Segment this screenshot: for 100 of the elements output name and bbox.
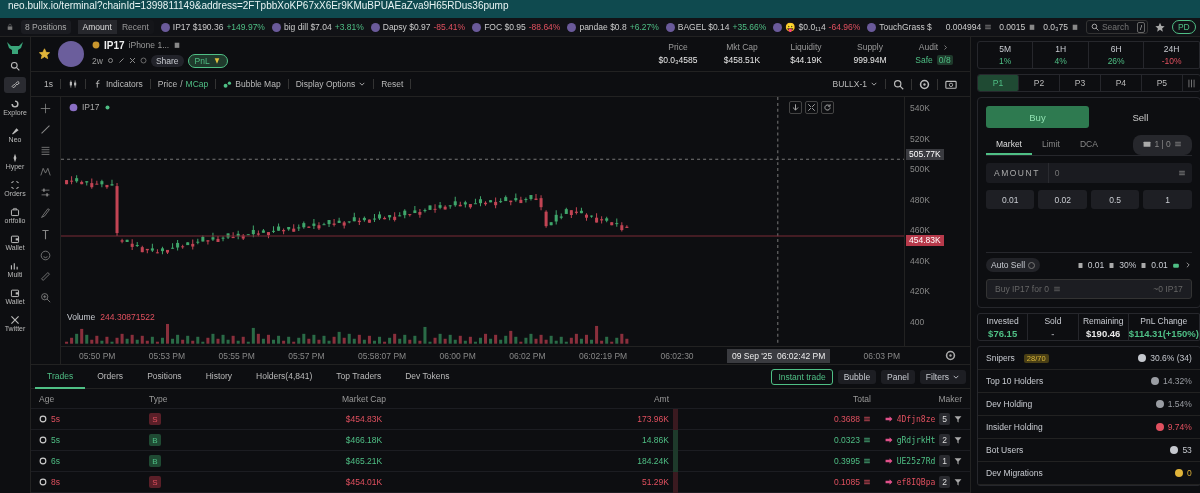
maker-address[interactable]: gRdjrkHt xyxy=(896,436,936,445)
ticker-change: -85.41% xyxy=(433,22,466,32)
bubble-button[interactable]: Bubble xyxy=(837,369,877,384)
column-header[interactable]: Market Cap xyxy=(259,393,469,404)
panel-tab[interactable]: History xyxy=(193,364,245,389)
market-cap-cell-text: $465.21K xyxy=(344,456,384,467)
display-options-button[interactable]: Display Options xyxy=(295,79,356,90)
column-header[interactable]: Maker xyxy=(871,393,962,404)
amount-field[interactable]: AMOUNT 0 xyxy=(986,163,1192,183)
order-type-tab[interactable]: Limit xyxy=(1032,135,1070,155)
ticker-name[interactable]: FOC $0.95 xyxy=(484,22,526,32)
timeframe-label[interactable]: 6H xyxy=(1110,44,1122,54)
price-axis-label: 420K xyxy=(910,286,930,297)
ticker-name[interactable]: pandae $0.8 xyxy=(579,22,627,32)
ticker-name[interactable]: Dapsy $0.97 xyxy=(382,22,431,32)
trade-type-badge: S xyxy=(149,413,161,426)
positions-badge[interactable]: 8 Positions xyxy=(21,20,71,34)
panel-tab[interactable]: Dev Tokens xyxy=(393,364,462,389)
side-tab[interactable]: Buy xyxy=(986,106,1089,128)
indicators-button[interactable]: Indicators xyxy=(106,79,143,90)
preset-tab[interactable]: P2 xyxy=(1018,75,1060,91)
quick-amount-button[interactable]: 0.02 xyxy=(1038,190,1087,209)
share-button[interactable]: Share xyxy=(150,54,184,67)
timeframe-change: 26% xyxy=(1107,56,1125,66)
time-axis-label: 06:02 PM xyxy=(509,350,546,361)
time-axis-label: 05:57 PM xyxy=(288,350,325,361)
ticker-name[interactable]: BAGEL $0.14 xyxy=(677,22,730,32)
time-axis-label: 06:03 PM xyxy=(863,350,900,361)
timeframe-label[interactable]: 24H xyxy=(1163,44,1180,54)
search-input[interactable]: Search xyxy=(1101,22,1134,32)
preset-tab[interactable]: P1 xyxy=(978,75,1019,91)
time-axis-label: 05:58:07 PM xyxy=(357,350,407,361)
ticker-change: +3.81% xyxy=(334,22,364,32)
reset-button[interactable]: Reset xyxy=(374,79,412,90)
order-type-tab[interactable]: DCA xyxy=(1069,135,1108,155)
stat-label: Supply xyxy=(857,42,883,53)
wallet-selector[interactable]: 1 | 0 xyxy=(1133,135,1192,155)
amount-input[interactable]: 0 xyxy=(1048,168,1172,178)
value-mode-toggle[interactable]: MCap xyxy=(185,79,209,90)
panel-button[interactable]: Panel xyxy=(881,369,915,384)
amount-cell-text: 14.86K xyxy=(641,435,669,446)
filters-button[interactable]: Filters xyxy=(919,369,966,384)
ticker-name[interactable]: IP17 $190.36 xyxy=(172,22,224,32)
position-label: Sold xyxy=(1044,315,1062,326)
order-type-tab[interactable]: Market xyxy=(986,135,1032,155)
price-axis-label: 480K xyxy=(910,195,930,205)
maker-address[interactable]: ef8IQBpa xyxy=(896,478,936,487)
interval-button[interactable]: 1s xyxy=(37,79,61,90)
trade-type-badge: B xyxy=(149,455,161,468)
column-header[interactable]: Amt xyxy=(469,393,669,404)
panel-tab[interactable]: Orders xyxy=(85,364,136,389)
panel-tab[interactable]: Positions xyxy=(135,364,194,389)
amount-cell-text: 173.96K xyxy=(636,414,669,425)
time-axis-label: 06:02:30 xyxy=(660,350,694,361)
source-dropdown[interactable]: BULLX-1 xyxy=(832,79,867,90)
price-axis-label: 460K xyxy=(910,225,930,236)
setting-value[interactable]: 30% xyxy=(1119,260,1137,270)
holder-stat-label: Bot Users xyxy=(986,445,1024,455)
column-header[interactable]: Age xyxy=(39,393,149,404)
column-header[interactable]: Type xyxy=(149,393,259,404)
ticker-name[interactable]: 😛 $0.0₁₁4 xyxy=(785,22,826,32)
quick-amount-button[interactable]: 0.01 xyxy=(986,190,1035,209)
holder-stat-label: Snipers xyxy=(986,353,1015,363)
preset-tab[interactable]: P4 xyxy=(1100,75,1142,91)
stat-value: $458.51K xyxy=(723,55,761,66)
age-cell: 6s xyxy=(51,456,60,467)
sort-tab[interactable]: Amount xyxy=(77,20,117,34)
ticker-name[interactable]: TouchGrass $ xyxy=(879,22,932,32)
panel-tab[interactable]: Top Traders xyxy=(324,364,394,389)
token-name: iPhone 1... xyxy=(128,40,170,51)
quick-amount-button[interactable]: 1 xyxy=(1143,190,1192,209)
panel-tab[interactable]: Holders(4,841) xyxy=(244,364,325,389)
stat-value: 999.94M xyxy=(853,55,887,66)
holder-stat-value: 1.54% xyxy=(1167,399,1192,409)
audit-score: 0/8 xyxy=(936,55,953,66)
column-header[interactable]: Total xyxy=(681,393,871,404)
sort-tab[interactable]: Recent xyxy=(116,20,154,34)
value-mode-toggle[interactable]: Price xyxy=(157,79,178,90)
setting-value[interactable]: 0.01 xyxy=(1151,260,1168,270)
instant-trade-button[interactable]: Instant trade xyxy=(771,368,833,385)
auto-sell-toggle[interactable]: Auto Sell xyxy=(986,258,1041,272)
price-axis-label: 500K xyxy=(910,164,930,175)
setting-value[interactable]: 0.01 xyxy=(1087,260,1105,270)
bubble-map-button[interactable]: Bubble Map xyxy=(235,79,281,90)
holder-stat-value: 14.32% xyxy=(1163,376,1192,386)
ticker-name[interactable]: big dill $7.04 xyxy=(283,22,332,32)
pnl-button[interactable]: PnL xyxy=(187,53,228,68)
timeframe-label[interactable]: 5M xyxy=(999,44,1012,54)
audit-link[interactable]: Audit xyxy=(918,42,939,53)
preset-tab[interactable]: P3 xyxy=(1059,75,1101,91)
side-tab[interactable]: Sell xyxy=(1088,106,1192,128)
maker-address[interactable]: UE25z7Rd xyxy=(896,457,936,466)
timeframe-label[interactable]: 1H xyxy=(1055,44,1067,54)
preset-tab[interactable]: P5 xyxy=(1141,75,1183,91)
panel-tab[interactable]: Trades xyxy=(35,364,86,389)
position-value: $190.46 xyxy=(1086,327,1121,339)
stat-label: Price xyxy=(668,42,688,53)
volume-label: Volume xyxy=(67,312,96,323)
quick-amount-button[interactable]: 0.5 xyxy=(1090,190,1140,209)
maker-address[interactable]: 4Dfjn8ze xyxy=(896,415,936,424)
